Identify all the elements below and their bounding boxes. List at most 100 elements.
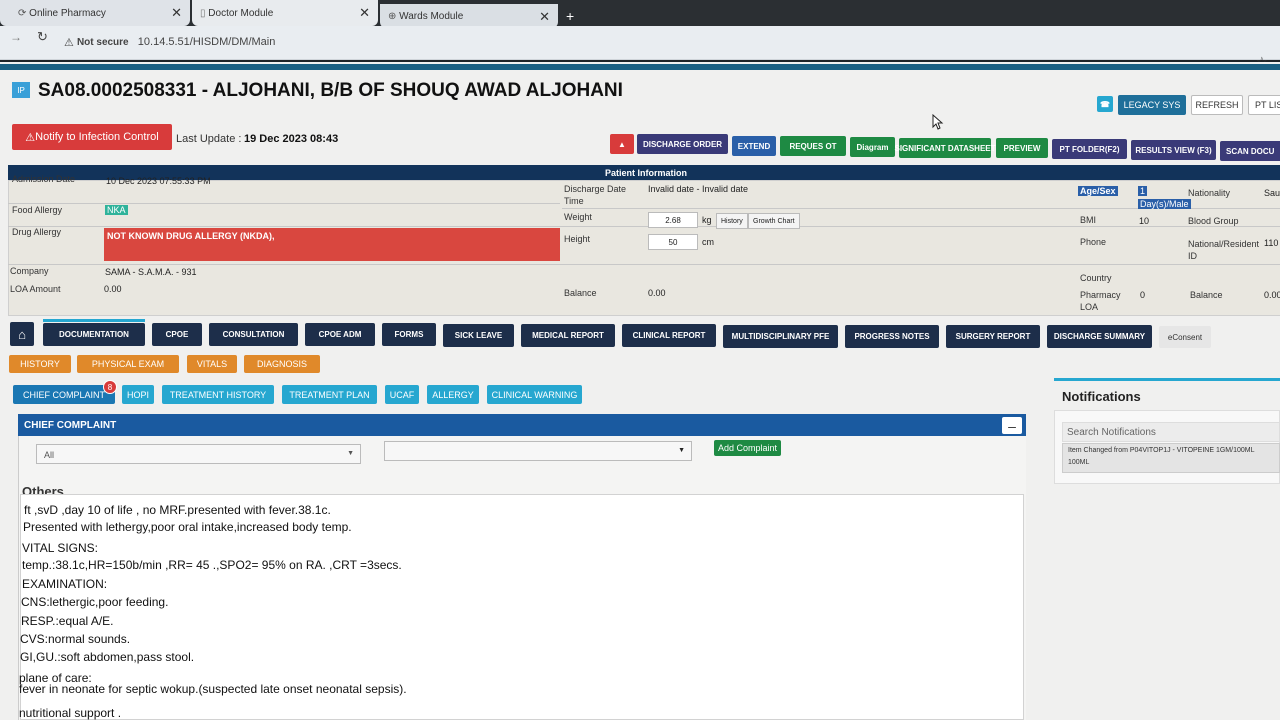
tab-forms[interactable]: FORMS xyxy=(382,323,436,346)
notifications-search-input[interactable]: Search Notifications xyxy=(1062,422,1280,442)
significant-datasheet-button[interactable]: SIGNIFICANT DATASHEET xyxy=(894,138,996,158)
tab-treatment-plan[interactable]: TREATMENT PLAN xyxy=(282,385,377,404)
drug-allergy-value: NOT KNOWN DRUG ALLERGY (NKDA), xyxy=(104,228,560,261)
age-unit-sex: Day(s)/Male xyxy=(1138,199,1191,209)
reload-icon[interactable]: ↻ xyxy=(37,29,48,45)
mouse-cursor-icon xyxy=(932,114,944,130)
tab-label: Doctor Module xyxy=(208,7,274,19)
phone-label: Phone xyxy=(1080,237,1107,247)
tab-treatment-history[interactable]: TREATMENT HISTORY xyxy=(162,385,274,404)
active-indicator xyxy=(43,319,145,322)
note-line: RESP.:equal A/E. xyxy=(21,614,114,628)
home-button[interactable]: ⌂ xyxy=(10,322,34,346)
history-button[interactable]: History xyxy=(716,213,748,229)
refresh-button[interactable]: REFRESH xyxy=(1191,95,1243,115)
tab-consultation[interactable]: CONSULTATION xyxy=(209,323,298,346)
tab-cpoe[interactable]: CPOE xyxy=(152,323,202,346)
notify-infection-button[interactable]: ⚠ Notify to Infection Control xyxy=(12,124,172,150)
age-value: 1 xyxy=(1138,186,1148,196)
divider xyxy=(8,264,1280,265)
note-line: Presented with lethergy,poor oral intake… xyxy=(23,520,352,534)
legacy-sys-button[interactable]: LEGACY SYS xyxy=(1118,95,1186,115)
notify-label: Notify to Infection Control xyxy=(35,131,159,143)
tab-progress-notes[interactable]: PROGRESS NOTES xyxy=(845,325,939,348)
tab-doctor-module[interactable]: ▯ Doctor Module ✕ xyxy=(192,0,378,26)
note-line: ft ,svD ,day 10 of life , no MRF.present… xyxy=(24,503,331,517)
collapse-icon[interactable]: – xyxy=(1002,417,1022,434)
loa-value: 0.00 xyxy=(104,284,122,294)
balance-label: Balance xyxy=(564,288,597,298)
diagram-button[interactable]: Diagram xyxy=(850,137,895,157)
company-label: Company xyxy=(10,266,49,276)
tab-ucaf[interactable]: UCAF xyxy=(385,385,419,404)
address-bar[interactable]: ⚠ Not secure 10.14.5.51/HISDM/DM/Main xyxy=(64,32,1224,52)
tab-surgery-report[interactable]: SURGERY REPORT xyxy=(946,325,1040,348)
close-icon[interactable]: ✕ xyxy=(171,5,182,21)
chevron-down-icon: ▼ xyxy=(347,450,354,457)
complaint-select[interactable]: ▼ xyxy=(384,441,692,461)
tab-medical-report[interactable]: MEDICAL REPORT xyxy=(521,324,615,347)
complaint-filter-select[interactable]: All ▼ xyxy=(36,444,361,464)
pt-list-button[interactable]: PT LIS xyxy=(1248,95,1280,115)
tab-hopi[interactable]: HOPI xyxy=(122,385,154,404)
close-icon[interactable]: ✕ xyxy=(359,5,370,21)
tab-online-pharmacy[interactable]: ⟳ Online Pharmacy ✕ xyxy=(0,0,190,26)
close-icon[interactable]: ✕ xyxy=(539,9,550,25)
scan-docu-button[interactable]: SCAN DOCU xyxy=(1220,141,1280,161)
tab-documentation[interactable]: DOCUMENTATION xyxy=(43,323,145,346)
preview-button[interactable]: PREVIEW xyxy=(996,138,1048,158)
home-icon: ⌂ xyxy=(18,326,26,342)
history-tab[interactable]: HISTORY xyxy=(9,355,71,373)
notifications-title: Notifications xyxy=(1062,389,1141,404)
tab-wards-module[interactable]: ⊕ Wards Module ✕ xyxy=(380,4,558,28)
tab-allergy[interactable]: ALLERGY xyxy=(427,385,479,404)
diagnosis-tab[interactable]: DIAGNOSIS xyxy=(244,355,320,373)
patient-title: SA08.0002508331 - ALJOHANI, B/B OF SHOUQ… xyxy=(38,80,623,101)
growth-chart-button[interactable]: Growth Chart xyxy=(748,213,800,229)
balance-value: 0.00 xyxy=(648,288,666,298)
blood-group-label: Blood Group xyxy=(1188,216,1239,226)
tab-clinical-warning[interactable]: CLINICAL WARNING xyxy=(487,385,582,404)
select-value: All xyxy=(44,450,55,460)
balance2-value: 0.00 xyxy=(1264,290,1280,300)
weight-input[interactable]: 2.68 xyxy=(648,212,698,228)
results-view-button[interactable]: RESULTS VIEW (F3) xyxy=(1131,140,1216,160)
bmi-value: 10 xyxy=(1139,216,1150,226)
request-ot-button[interactable]: REQUES OT xyxy=(780,136,846,156)
tab-discharge-summary[interactable]: DISCHARGE SUMMARY xyxy=(1047,325,1152,348)
height-input[interactable]: 50 xyxy=(648,234,698,250)
note-line: nutritional support . xyxy=(19,706,122,720)
discharge-order-button[interactable]: DISCHARGE ORDER xyxy=(637,134,728,154)
tab-chief-complaint[interactable]: CHIEF COMPLAINT xyxy=(13,385,115,404)
tab-cpoe-adm[interactable]: CPOE ADM xyxy=(305,323,375,346)
food-allergy-value: NKA xyxy=(105,205,128,215)
add-complaint-button[interactable]: Add Complaint xyxy=(714,440,781,456)
bell-icon: ▲ xyxy=(618,139,626,149)
physical-exam-tab[interactable]: PHYSICAL EXAM xyxy=(77,355,179,373)
pharmacy-loa-value: 0 xyxy=(1140,290,1146,300)
national-id-value: 110 xyxy=(1264,238,1279,248)
pharmacy-loa-label: Pharmacy LOA xyxy=(1080,290,1121,312)
legacy-icon[interactable]: ☎ xyxy=(1097,96,1113,112)
discharge-value: Invalid date - Invalid date xyxy=(648,184,749,194)
loa-label: LOA Amount xyxy=(10,284,61,294)
url-text: 10.14.5.51/HISDM/DM/Main xyxy=(137,36,276,48)
vitals-tab[interactable]: VITALS xyxy=(187,355,237,373)
food-allergy-label: Food Allergy xyxy=(12,205,63,215)
note-line: GI,GU.:soft abdomen,pass stool. xyxy=(20,650,195,664)
discharge-label: Discharge Date Time xyxy=(564,184,627,206)
forward-icon[interactable]: → xyxy=(10,30,22,44)
tab-sick-leave[interactable]: SICK LEAVE xyxy=(443,324,514,347)
alert-button[interactable]: ▲ xyxy=(610,134,634,154)
tab-multidisciplinary[interactable]: MULTIDISCIPLINARY PFE xyxy=(723,325,838,348)
tab-econsent[interactable]: eConsent xyxy=(1159,326,1211,348)
height-unit: cm xyxy=(702,237,714,247)
extend-button[interactable]: EXTEND xyxy=(732,136,776,156)
admission-label: Admission Date xyxy=(12,174,76,184)
balance2-label: Balance xyxy=(1190,290,1223,300)
ip-badge: IP xyxy=(12,82,30,98)
tab-clinical-report[interactable]: CLINICAL REPORT xyxy=(622,324,716,347)
pt-folder-button[interactable]: PT FOLDER(F2) xyxy=(1052,139,1127,159)
warning-icon: ⚠ xyxy=(25,131,36,144)
new-tab-button[interactable]: + xyxy=(566,8,574,24)
